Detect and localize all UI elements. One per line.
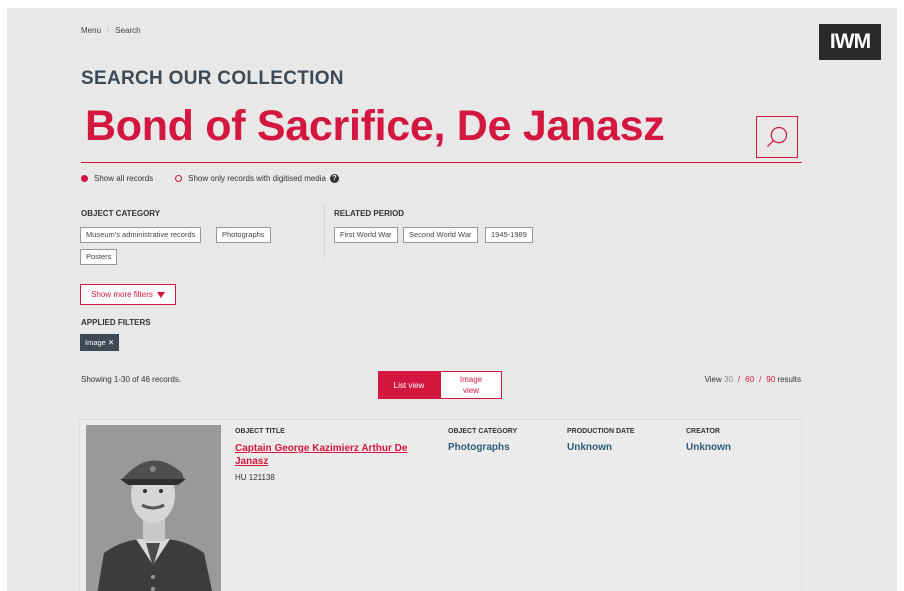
radio-all-records[interactable]: Show all records	[81, 174, 153, 183]
facet-option-admin-records[interactable]: Museum's administrative records	[80, 227, 202, 243]
per-page-suffix: results	[777, 375, 801, 384]
per-page-option-60[interactable]: 60	[745, 375, 754, 384]
per-page-option-90[interactable]: 90	[766, 375, 775, 384]
record-category[interactable]: Photographs	[448, 442, 510, 453]
per-page-option-30[interactable]: 30	[724, 375, 733, 384]
page-title: SEARCH OUR COLLECTION	[81, 68, 344, 89]
search-underline	[81, 162, 802, 163]
per-page-prefix: View	[704, 375, 722, 384]
radio-selected-icon	[81, 175, 88, 182]
radio-all-records-label: Show all records	[94, 174, 154, 183]
breadcrumb-menu[interactable]: Menu	[81, 26, 101, 35]
record-creator: Unknown	[686, 442, 731, 453]
list-view-button[interactable]: List view	[378, 371, 440, 399]
facet-option-posters[interactable]: Posters	[80, 249, 118, 265]
record-title-link[interactable]: Captain George Kazimierz Arthur De Janas…	[235, 442, 420, 468]
show-more-filters-button[interactable]: Show more filters	[80, 284, 176, 305]
radio-digitised-media-label: Show only records with digitised media	[188, 174, 326, 183]
applied-filter-image[interactable]: Image ✕	[80, 334, 120, 351]
portrait-image	[86, 425, 221, 591]
facet-option-second-world-war[interactable]: Second World War	[403, 227, 478, 243]
record-id: HU 121138	[235, 473, 275, 482]
applied-filter-label: Image	[85, 338, 106, 347]
image-view-button[interactable]: Image view	[440, 371, 502, 399]
media-filter: Show all records Show only records with …	[81, 174, 339, 183]
facet-option-1945-1989[interactable]: 1945-1989	[485, 227, 533, 243]
page: Menu / Search IWM SEARCH OUR COLLECTION Bo…	[7, 8, 897, 591]
search-icon	[767, 126, 788, 147]
search-input[interactable]: Bond of Sacrifice, De Janasz	[85, 102, 665, 151]
applied-filters-title: APPLIED FILTERS	[81, 318, 151, 327]
column-header-category: OBJECT CATEGORY	[448, 428, 518, 435]
breadcrumb: Menu / Search	[81, 26, 141, 35]
results-per-page: View 30 / 60 / 90 results	[705, 375, 801, 384]
filter-icon	[156, 291, 165, 298]
per-page-separator: /	[759, 375, 762, 384]
facet-option-first-world-war[interactable]: First World War	[334, 227, 398, 243]
record-thumbnail[interactable]	[86, 425, 221, 591]
radio-digitised-media[interactable]: Show only records with digitised media ?	[175, 174, 339, 183]
search-button[interactable]	[756, 116, 798, 158]
result-card: OBJECT TITLE OBJECT CATEGORY PRODUCTION …	[79, 419, 802, 591]
column-header-title: OBJECT TITLE	[235, 428, 285, 435]
column-header-creator: CREATOR	[686, 428, 720, 435]
help-icon[interactable]: ?	[329, 174, 339, 183]
facet-divider	[324, 204, 325, 258]
record-production-date: Unknown	[567, 442, 612, 453]
facet-title-related-period: RELATED PERIOD	[334, 209, 405, 218]
results-count: Showing 1-30 of 46 records.	[81, 375, 182, 384]
column-header-date: PRODUCTION DATE	[567, 428, 635, 435]
facet-option-photographs[interactable]: Photographs	[216, 227, 271, 243]
breadcrumb-search[interactable]: Search	[115, 26, 140, 35]
close-icon[interactable]: ✕	[108, 338, 114, 347]
per-page-separator: /	[737, 375, 741, 384]
show-more-filters-label: Show more filters	[91, 290, 153, 299]
breadcrumb-separator: /	[107, 26, 110, 35]
radio-unselected-icon	[175, 175, 183, 182]
facet-title-object-category: OBJECT CATEGORY	[81, 209, 161, 218]
view-toggle: List view Image view	[378, 371, 502, 399]
iwm-logo[interactable]: IWM	[819, 24, 881, 60]
